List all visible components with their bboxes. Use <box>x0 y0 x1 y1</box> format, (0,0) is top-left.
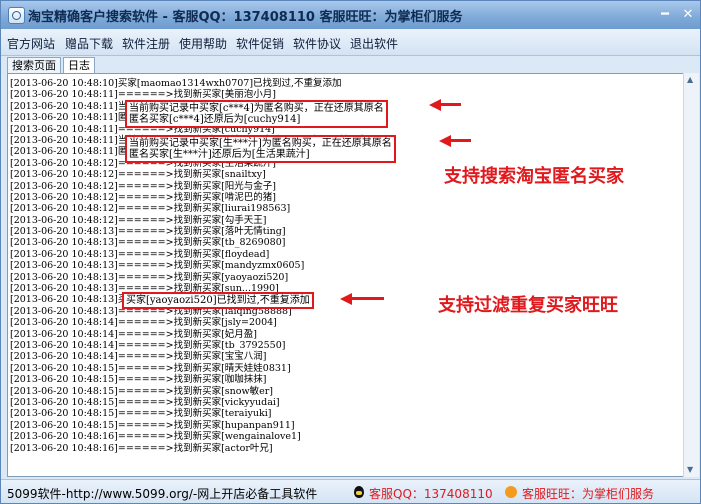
app-window: 淘宝精确客户搜索软件 - 客服QQ：137408110 客服旺旺：为掌柜们服务 … <box>0 0 701 504</box>
vertical-scrollbar[interactable]: ▲ ▼ <box>683 73 699 477</box>
log-line: [2013-06-20 10:48:13]======>找到新买家[落叶无情ti… <box>10 226 286 238</box>
log-line: [2013-06-20 10:48:13]======>找到新买家[mandyz… <box>10 260 305 272</box>
wangwang-icon <box>505 486 517 498</box>
annotation-box-anonymous-1: 当前购买记录中买家[c***4]为匿名购买，正在还原其原名 匿名买家[c***4… <box>125 100 388 128</box>
arrow-line <box>439 103 461 106</box>
log-line: [2013-06-20 10:48:12]======>找到新买家[啃泥巴的猪] <box>10 191 277 203</box>
log-line: [2013-06-20 10:48:16]======>找到新买家[wengai… <box>10 431 301 443</box>
close-button[interactable]: ✕ <box>680 7 696 23</box>
annotation-text: 匿名买家[生***汁]还原后为[生活果蔬汁] <box>129 149 310 160</box>
title-bar[interactable]: 淘宝精确客户搜索软件 - 客服QQ：137408110 客服旺旺：为掌柜们服务 … <box>1 1 700 29</box>
log-line: [2013-06-20 10:48:15]======>找到新买家[咖咖抹抹] <box>10 374 267 386</box>
arrow-line <box>350 297 384 300</box>
log-line: [2013-06-20 10:48:15]======>找到新买家[teraiy… <box>10 408 272 420</box>
menu-agreement[interactable]: 软件协议 <box>293 35 341 52</box>
annotation-box-duplicate: 买家[yaoyaozi520]已找到过,不重复添加 <box>122 292 314 309</box>
log-line: [2013-06-20 10:48:13]======>找到新买家[floyde… <box>10 248 270 260</box>
menu-promotion[interactable]: 软件促销 <box>236 35 284 52</box>
qq-icon <box>354 486 364 498</box>
log-line: [2013-06-20 10:48:16]======>找到新买家[actor叶… <box>10 442 273 454</box>
log-line: [2013-06-20 10:48:10]买家[maomao1314wxh070… <box>10 78 342 89</box>
arrow-line <box>449 139 471 142</box>
menu-gift-download[interactable]: 赠品下载 <box>65 35 113 52</box>
log-line: [2013-06-20 10:48:15]======>找到新买家[晴天娃娃08… <box>10 362 291 374</box>
callout-anonymous-buyer: 支持搜索淘宝匿名买家 <box>444 166 624 187</box>
log-line: [2013-06-20 10:48:12]======>找到新买家[阳光与金子] <box>10 180 277 192</box>
callout-duplicate-filter: 支持过滤重复买家旺旺 <box>438 295 618 316</box>
app-icon <box>8 7 25 24</box>
status-qq-link[interactable]: 客服QQ：137408110 <box>369 485 493 502</box>
log-line: [2013-06-20 10:48:15]======>找到新买家[vickyy… <box>10 396 280 408</box>
log-line: [2013-06-20 10:48:13]======>找到新买家[tb_826… <box>10 237 286 249</box>
log-line: [2013-06-20 10:48:12]======>找到新买家[snailt… <box>10 169 266 181</box>
tab-search-page[interactable]: 搜索页面 <box>7 57 61 73</box>
tab-log[interactable]: 日志 <box>63 57 95 73</box>
log-line: [2013-06-20 10:48:14]======>找到新买家[jsly=2… <box>10 317 277 329</box>
annotation-box-anonymous-2: 当前购买记录中买家[生***汁]为匿名购买，正在还原其原名 匿名买家[生***汁… <box>125 135 396 163</box>
log-line: [2013-06-20 10:48:13]======>找到新买家[yaoyao… <box>10 271 289 283</box>
status-wangwang-link[interactable]: 客服旺旺：为掌柜们服务 <box>522 485 654 502</box>
log-line: [2013-06-20 10:48:12]======>找到新买家[liurai… <box>10 203 291 215</box>
log-panel[interactable]: [2013-06-20 10:48:10]买家[maomao1314wxh070… <box>7 73 684 477</box>
log-line: [2013-06-20 10:48:14]======>找到新买家[tb_379… <box>10 339 286 351</box>
menu-help[interactable]: 使用帮助 <box>179 35 227 52</box>
annotation-text: 当前购买记录中买家[生***汁]为匿名购买，正在还原其原名 <box>129 138 392 149</box>
menu-bar: 官方网站 赠品下载 软件注册 使用帮助 软件促销 软件协议 退出软件 <box>1 29 700 56</box>
log-line: [2013-06-20 10:48:15]======>找到新买家[snow敏e… <box>10 385 274 397</box>
window-title: 淘宝精确客户搜索软件 - 客服QQ：137408110 客服旺旺：为掌柜们服务 <box>28 10 463 25</box>
log-line: [2013-06-20 10:48:15]======>找到新买家[hupanp… <box>10 419 295 431</box>
tab-bar: 搜索页面 日志 <box>1 56 700 73</box>
log-line: [2013-06-20 10:48:14]======>找到新买家[宝宝八润] <box>10 351 267 363</box>
menu-register[interactable]: 软件注册 <box>122 35 170 52</box>
log-line: [2013-06-20 10:48:14]======>找到新买家[妃月盈] <box>10 328 258 340</box>
status-bar: 5099软件-http://www.5099.org/-网上开店必备工具软件 客… <box>1 479 700 503</box>
minimize-button[interactable]: ━ <box>657 7 673 23</box>
menu-official-site[interactable]: 官方网站 <box>7 35 55 52</box>
log-line: [2013-06-20 10:48:12]======>找到新买家[勾手天王] <box>10 214 267 226</box>
annotation-text: 当前购买记录中买家[c***4]为匿名购买，正在还原其原名 <box>129 103 384 114</box>
status-site-text[interactable]: 5099软件-http://www.5099.org/-网上开店必备工具软件 <box>7 485 317 502</box>
annotation-text: 买家[yaoyaozi520]已找到过,不重复添加 <box>126 295 310 306</box>
scroll-down-icon[interactable]: ▼ <box>687 465 693 474</box>
scroll-up-icon[interactable]: ▲ <box>687 75 693 84</box>
menu-exit[interactable]: 退出软件 <box>350 35 398 52</box>
annotation-text: 匿名买家[c***4]还原后为[cuchy914] <box>129 114 301 125</box>
